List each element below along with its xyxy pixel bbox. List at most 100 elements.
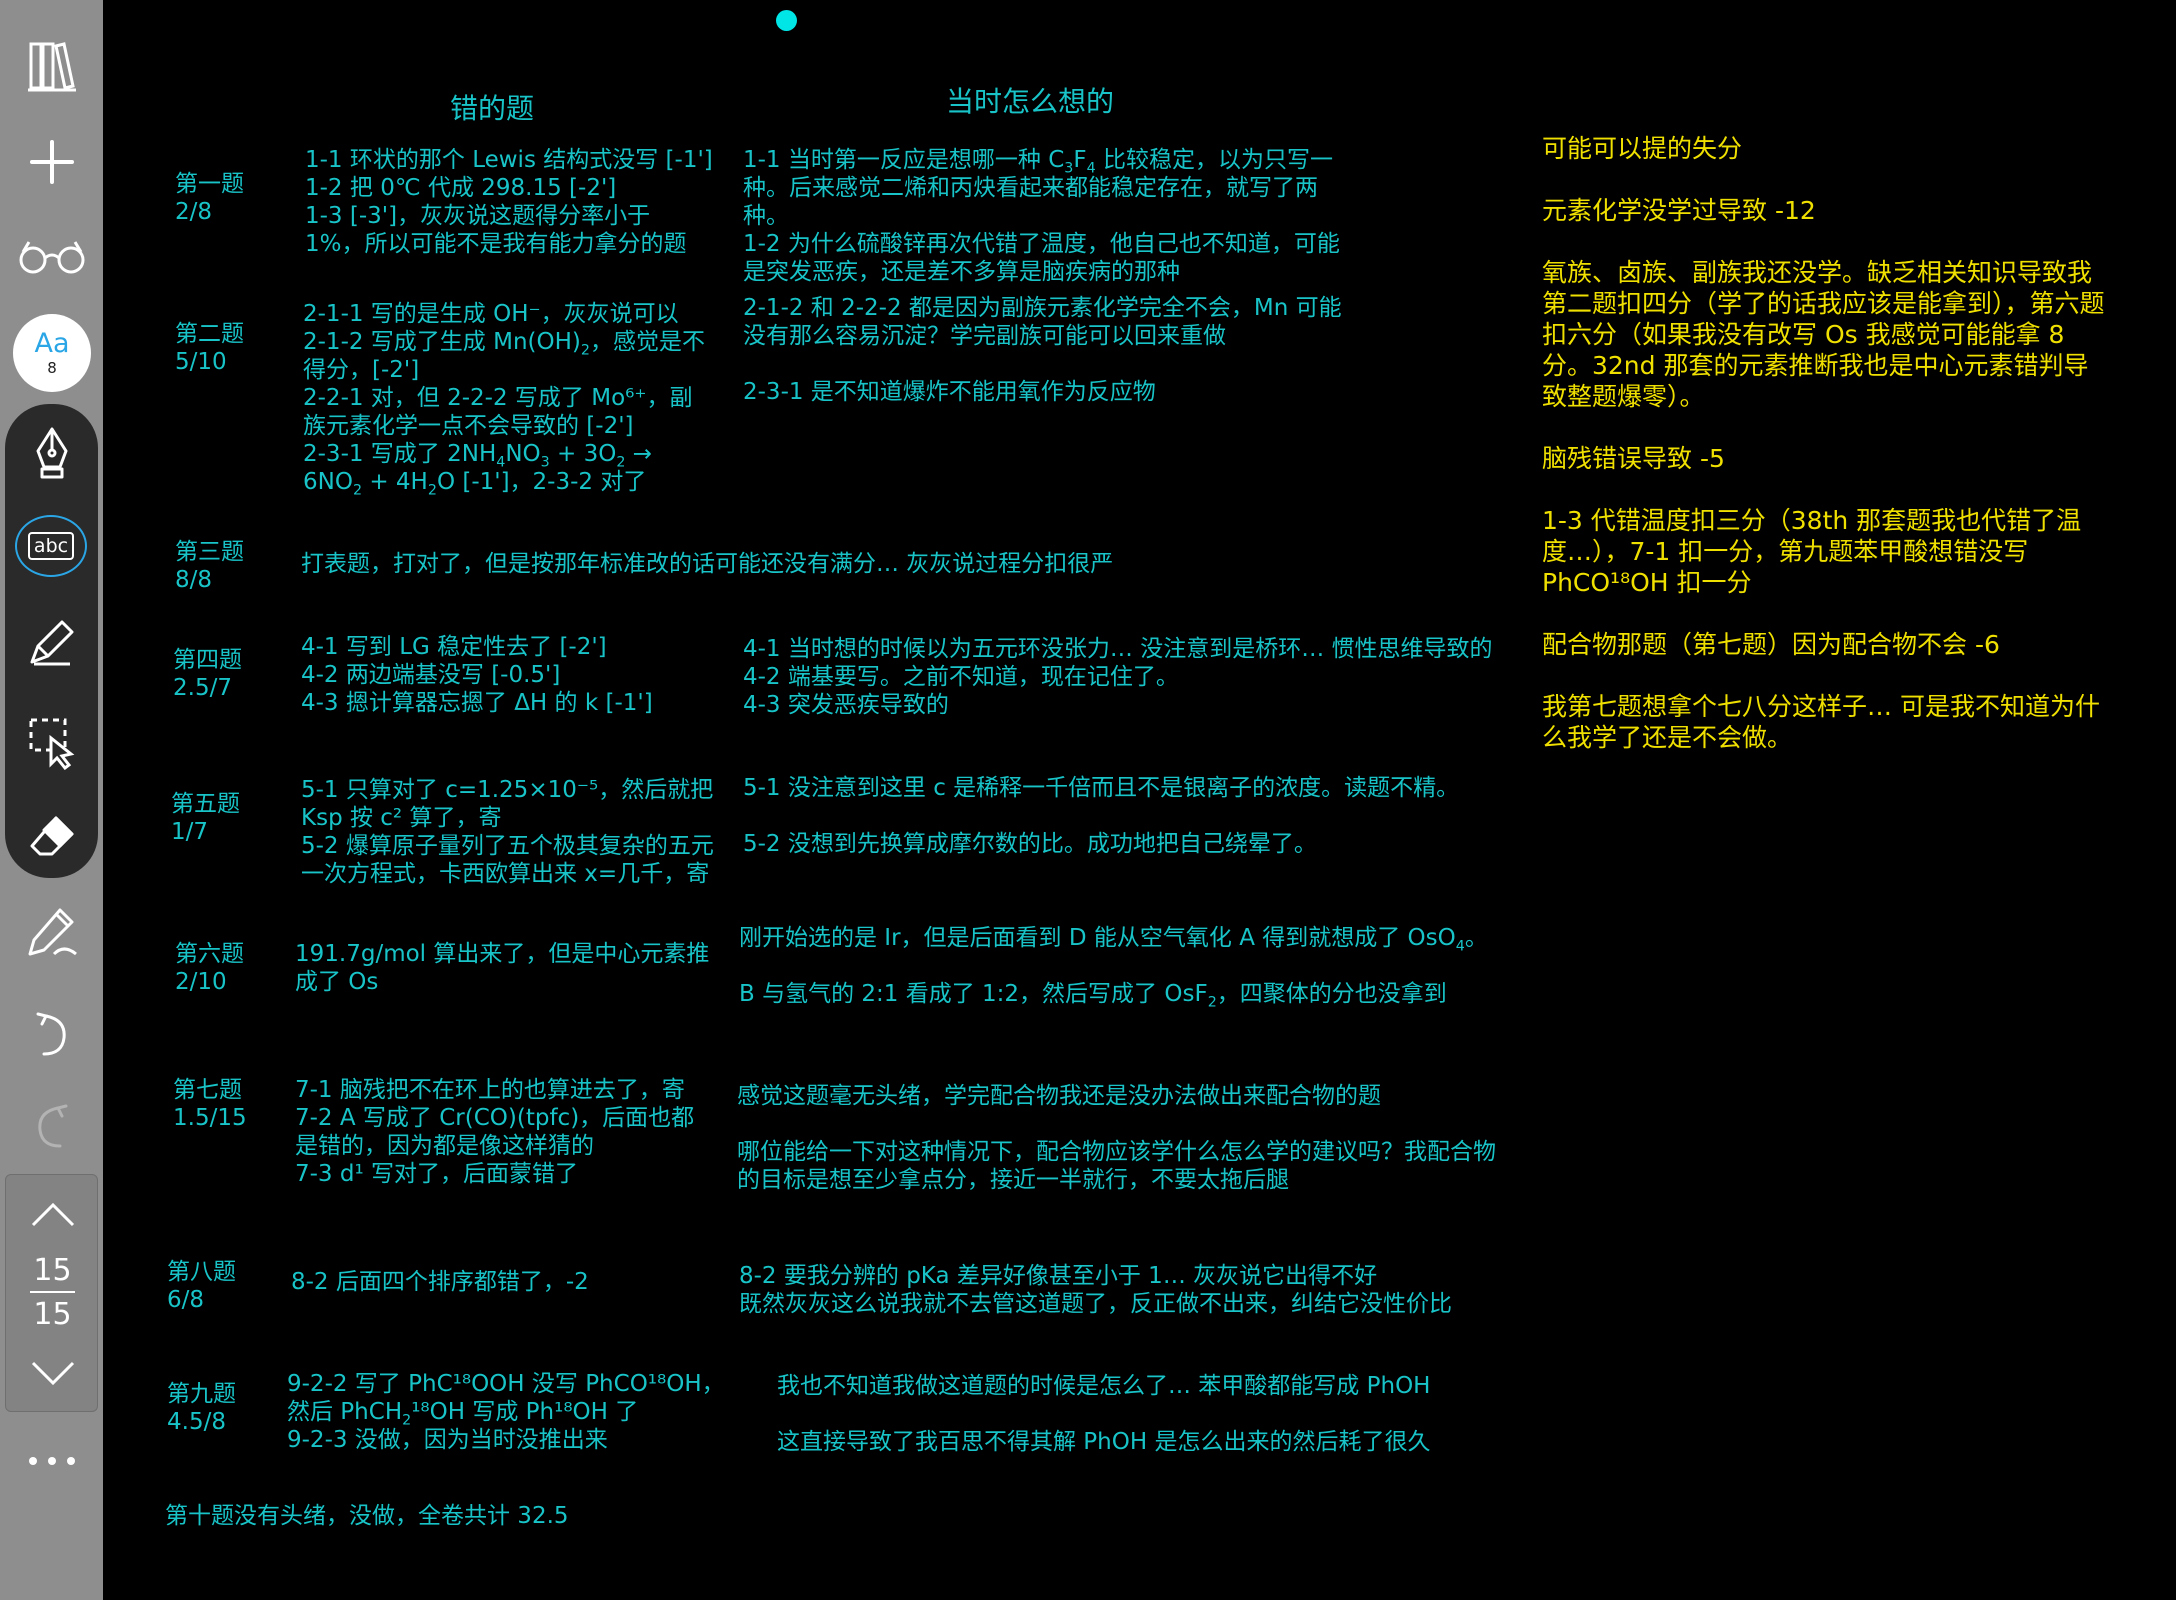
total-pages: 15	[33, 1297, 72, 1332]
q1-thought-1: 1-1 当时第一反应是想哪一种 C3F4 比较稳定，以为只写一	[743, 147, 1333, 177]
q7-score: 1.5/15	[173, 1105, 247, 1131]
eraser-icon[interactable]	[0, 806, 103, 866]
q6-score: 2/10	[175, 969, 227, 995]
q9-wrong-1: 9-2-2 写了 PhC¹⁸OOH 没写 PhCO¹⁸OH，	[287, 1371, 725, 1397]
q6-title: 第六题	[175, 941, 244, 967]
q6-wrong-1: 191.7g/mol 算出来了，但是中心元素推	[295, 941, 710, 967]
text-tool-label: abc	[27, 532, 75, 560]
q2-wrong-1: 2-1-1 写的是生成 OH⁻，灰灰说可以	[303, 301, 679, 327]
page-navigator: 15 15	[5, 1174, 98, 1412]
lasso-select-icon[interactable]	[0, 710, 103, 776]
q2-thought-4: 2-3-1 是不知道爆炸不能用氧作为反应物	[743, 379, 1156, 405]
q6-thought-1: 刚开始选的是 Ir，但是后面看到 D 能从空气氧化 A 得到就想成了 OsO4。	[739, 925, 1488, 955]
header-thought: 当时怎么想的	[946, 85, 1115, 118]
glasses-icon[interactable]	[0, 226, 103, 286]
q5-wrong-3: 5-2 爆算原子量列了五个极其复杂的五元	[301, 833, 714, 859]
analysis-line-6: 第二题扣四分（学了的话我应该是能拿到），第六题	[1542, 289, 2105, 318]
q8-wrong: 8-2 后面四个排序都错了，-2	[291, 1269, 589, 1295]
q6-thought-2: B 与氢气的 2:1 看成了 1:2，然后写成了 OsF2，四聚体的分也没拿到	[739, 981, 1447, 1011]
q1-wrong-3: 1-3 [-3']，灰灰说这题得分率小于	[305, 203, 651, 229]
page-up-icon[interactable]	[6, 1193, 99, 1237]
q5-wrong-2: Ksp 按 c² 算了，寄	[301, 805, 502, 831]
q1-thought-5: 是突发恶疾，还是差不多算是脑疾病的那种	[743, 259, 1180, 285]
q1-wrong-4: 1%，所以可能不是我有能力拿分的题	[305, 231, 687, 257]
more-icon[interactable]	[0, 1446, 103, 1476]
text-tool-icon[interactable]: abc	[15, 515, 87, 577]
stylus-cursor	[776, 10, 797, 31]
shape-pen-icon[interactable]	[0, 900, 103, 964]
q9-title: 第九题	[167, 1381, 236, 1407]
q4-thought-3: 4-3 突发恶疾导致的	[743, 692, 949, 718]
q5-score: 1/7	[171, 819, 209, 845]
q3-title: 第三题	[175, 539, 244, 565]
q2-title: 第二题	[175, 321, 244, 347]
highlighter-icon[interactable]	[0, 612, 103, 672]
q2-wrong-5: 族元素化学一点不会导致的 [-2']	[303, 413, 634, 439]
q2-wrong-7: 6NO2 + 4H2O [-1']，2-3-2 对了	[303, 469, 647, 499]
q4-wrong-1: 4-1 写到 LG 稳定性去了 [-2']	[301, 634, 607, 660]
analysis-line-20: 么我学了还是不会做。	[1542, 723, 1793, 752]
q1-title: 第一题	[175, 171, 244, 197]
q7-wrong-1: 7-1 脑残把不在环上的也算进去了，寄	[295, 1077, 685, 1103]
text-size-icon[interactable]: Aa 8	[13, 314, 91, 392]
analysis-line-17: 配合物那题（第七题）因为配合物不会 -6	[1542, 630, 2000, 659]
analysis-line-1: 可能可以提的失分	[1542, 134, 1743, 163]
q1-thought-4: 1-2 为什么硫酸锌再次代错了温度，他自己也不知道，可能	[743, 231, 1340, 257]
analysis-line-9: 致整题爆零）。	[1542, 382, 1705, 411]
q2-wrong-2: 2-1-2 写成了生成 Mn(OH)2，感觉是不	[303, 329, 705, 359]
text-size-label: Aa	[34, 328, 70, 359]
q3-score: 8/8	[175, 567, 213, 593]
analysis-line-7: 扣六分（如果我没有改写 Os 我感觉可能能拿 8	[1542, 320, 2065, 349]
q9-wrong-3: 9-2-3 没做，因为当时没推出来	[287, 1427, 608, 1453]
q10-summary: 第十题没有头绪，没做，全卷共计 32.5	[165, 1503, 569, 1529]
undo-icon[interactable]	[0, 1004, 103, 1064]
q7-thought-1: 感觉这题毫无头绪，学完配合物我还是没办法做出来配合物的题	[737, 1083, 1381, 1109]
redo-icon[interactable]	[0, 1096, 103, 1156]
plus-icon[interactable]	[0, 132, 103, 192]
library-icon[interactable]	[0, 36, 103, 96]
q2-thought-2: 没有那么容易沉淀？学完副族可能可以回来重做	[743, 323, 1226, 349]
q8-thought-1: 8-2 要我分辨的 pKa 差异好像甚至小于 1… 灰灰说它出得不好	[739, 1263, 1378, 1289]
page-down-icon[interactable]	[6, 1351, 99, 1395]
analysis-line-3: 元素化学没学过导致 -12	[1542, 196, 1816, 225]
q5-wrong-4: 一次方程式，卡西欧算出来 x=几千，寄	[301, 861, 710, 887]
q5-thought-3: 5-2 没想到先换算成摩尔数的比。成功地把自己绕晕了。	[743, 831, 1317, 857]
q4-wrong-3: 4-3 摁计算器忘摁了 ΔH 的 k [-1']	[301, 690, 653, 716]
q7-wrong-3: 是错的，因为都是像这样猜的	[295, 1133, 594, 1159]
q7-wrong-4: 7-3 d¹ 写对了，后面蒙错了	[295, 1161, 579, 1187]
analysis-line-15: PhCO¹⁸OH 扣一分	[1542, 568, 1752, 597]
q6-wrong-2: 成了 Os	[295, 969, 379, 995]
current-page: 15	[33, 1253, 72, 1288]
q3-wrong: 打表题，打对了，但是按那年标准改的话可能还没有满分… 灰灰说过程分扣很严	[301, 551, 1114, 577]
q7-thought-3: 哪位能给一下对这种情况下，配合物应该学什么怎么学的建议吗？我配合物	[737, 1139, 1496, 1165]
q8-thought-2: 既然灰灰这么说我就不去管这道题了，反正做不出来，纠结它没性价比	[739, 1291, 1452, 1317]
q2-wrong-6: 2-3-1 写成了 2NH4NO3 + 3O2 →	[303, 441, 653, 471]
q1-score: 2/8	[175, 199, 213, 225]
q2-wrong-3: 得分，[-2']	[303, 357, 420, 383]
q4-score: 2.5/7	[173, 675, 232, 701]
q5-wrong-1: 5-1 只算对了 c=1.25×10⁻⁵，然后就把	[301, 777, 714, 803]
q1-wrong-2: 1-2 把 0℃ 代成 298.15 [-2']	[305, 175, 617, 201]
analysis-line-19: 我第七题想拿个七八分这样子… 可是我不知道为什	[1542, 692, 2100, 721]
analysis-line-14: 度…），7-1 扣一分，第九题苯甲酸想错没写	[1542, 537, 2029, 566]
analysis-line-5: 氧族、卤族、副族我还没学。缺乏相关知识导致我	[1542, 258, 2093, 287]
q2-thought-1: 2-1-2 和 2-2-2 都是因为副族元素化学完全不会，Mn 可能	[743, 295, 1342, 321]
q4-wrong-2: 4-2 两边端基没写 [-0.5']	[301, 662, 561, 688]
q5-title: 第五题	[171, 791, 240, 817]
page-divider	[30, 1291, 75, 1293]
q9-wrong-2: 然后 PhCH2¹⁸OH 写成 Ph¹⁸OH 了	[287, 1399, 639, 1429]
q4-title: 第四题	[173, 647, 242, 673]
toolbar: Aa 8 abc 15 15	[0, 0, 103, 1600]
q4-thought-2: 4-2 端基要写。之前不知道，现在记住了。	[743, 664, 1179, 690]
q1-wrong-1: 1-1 环状的那个 Lewis 结构式没写 [-1']	[305, 147, 713, 173]
q7-wrong-2: 7-2 A 写成了 Cr(CO)(tpfc)，后面也都	[295, 1105, 695, 1131]
q9-score: 4.5/8	[167, 1409, 226, 1435]
q7-title: 第七题	[173, 1077, 242, 1103]
q2-score: 5/10	[175, 349, 227, 375]
q8-title: 第八题	[167, 1259, 236, 1285]
q5-thought-1: 5-1 没注意到这里 c 是稀释一千倍而且不是银离子的浓度。读题不精。	[743, 775, 1460, 801]
q9-thought-3: 这直接导致了我百思不得其解 PhOH 是怎么出来的然后耗了很久	[777, 1429, 1431, 1455]
q1-thought-3: 种。	[743, 203, 789, 229]
q2-wrong-4: 2-2-1 对，但 2-2-2 写成了 Mo⁶⁺，副	[303, 385, 693, 411]
fountain-pen-icon[interactable]	[0, 424, 103, 484]
